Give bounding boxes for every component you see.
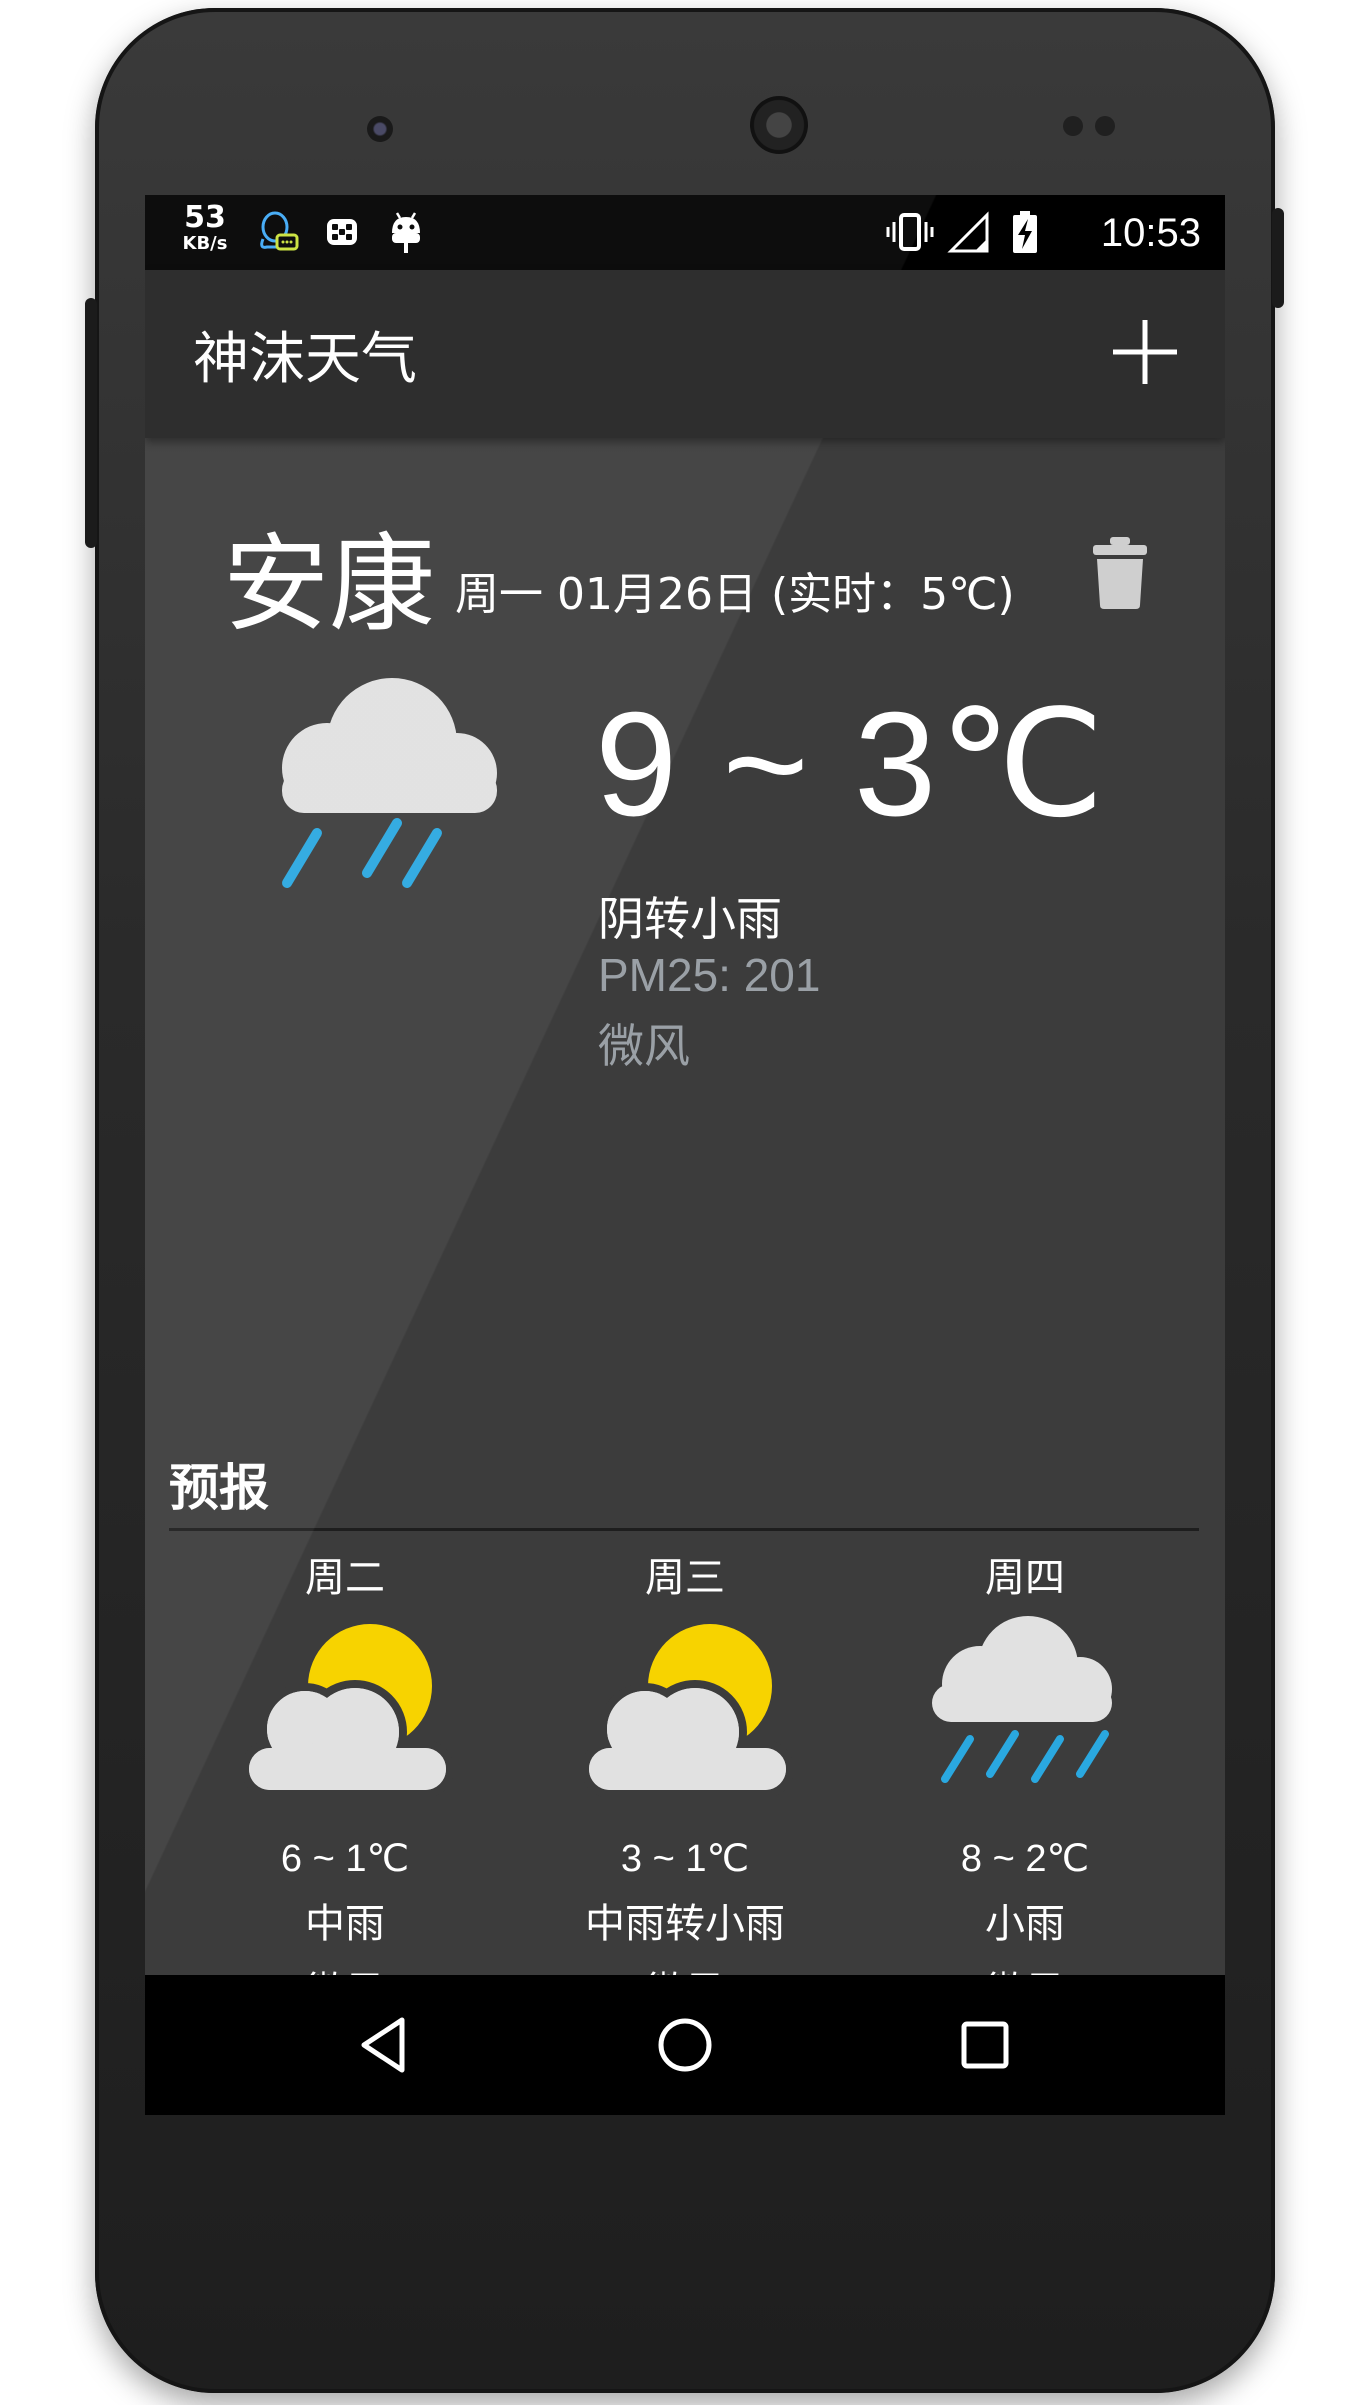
home-icon[interactable] — [650, 2010, 720, 2080]
android-icon — [392, 212, 420, 253]
partly-cloudy-icon — [241, 1624, 454, 1798]
earpiece-speaker — [750, 96, 808, 154]
forecast-temp: 3 ~ 1℃ — [620, 1838, 750, 1880]
navigation-bar — [145, 1975, 1225, 2115]
forecast-condition: 中雨转小雨 — [585, 1901, 785, 1947]
weather-condition: 阴转小雨 — [598, 892, 782, 946]
forecast-day: 周三 3 ~ 1℃ 中雨转小雨 微风 — [525, 1548, 845, 2017]
power-button — [1272, 208, 1284, 308]
city-name: 安康 — [223, 523, 435, 646]
vibrate-icon — [886, 213, 934, 251]
trash-icon[interactable] — [1090, 535, 1150, 611]
back-icon[interactable] — [350, 2010, 420, 2080]
weather-content: 安康 周一 01月26日 (实时：5℃) 9 ~ 3℃ 阴转小雨 PM25: 2… — [145, 438, 1225, 2015]
light-sensor — [1095, 116, 1115, 136]
forecast-day: 周二 6 ~ 1℃ 中雨 微风 — [185, 1548, 505, 2017]
forecast-day-label: 周三 — [645, 1555, 725, 1601]
status-clock: 10:53 — [1100, 211, 1201, 255]
network-speed-value: 53 — [184, 200, 226, 235]
forecast-temp: 8 ~ 2℃ — [960, 1838, 1090, 1880]
forecast-temp: 6 ~ 1℃ — [280, 1838, 410, 1880]
forecast-divider — [169, 1528, 1199, 1531]
proximity-sensor — [1063, 116, 1083, 136]
volume-button — [85, 298, 97, 548]
app-title: 神沫天气 — [193, 327, 417, 392]
forecast-condition: 小雨 — [985, 1901, 1065, 1947]
battery-charging-icon — [1013, 211, 1037, 253]
wind-description: 微风 — [598, 1019, 690, 1073]
app-bar: 神沫天气 — [145, 270, 1225, 438]
front-camera — [367, 116, 393, 142]
plus-icon[interactable] — [1105, 312, 1185, 392]
forecast-title: 预报 — [169, 1459, 269, 1517]
cloud-rain-icon — [282, 678, 497, 888]
cloud-rain-icon — [932, 1616, 1112, 1783]
recents-icon[interactable] — [950, 2010, 1020, 2080]
forecast-day-label: 周二 — [305, 1555, 385, 1601]
forecast-day: 周四 8 ~ 2℃ 小雨 微风 — [865, 1548, 1185, 2017]
forecast-day-label: 周四 — [985, 1555, 1065, 1601]
signal-icon — [947, 211, 989, 253]
forecast-condition: 中雨 — [305, 1901, 385, 1947]
partly-cloudy-icon — [581, 1624, 794, 1798]
temperature-range: 9 ~ 3℃ — [595, 682, 1107, 847]
status-bar: 53 KB/s 10:53 — [145, 195, 1225, 270]
pm25-value: PM25: 201 — [598, 949, 821, 1001]
qq-icon — [260, 211, 299, 251]
date-realtime: 周一 01月26日 (实时：5℃) — [455, 569, 1015, 620]
slack-icon — [327, 219, 357, 245]
screen: 53 KB/s 10:53 神沫天气 安康 周一 01月26日 (实时：5℃) … — [145, 195, 1225, 2115]
network-speed: 53 KB/s — [175, 203, 235, 253]
network-speed-unit: KB/s — [182, 233, 228, 254]
